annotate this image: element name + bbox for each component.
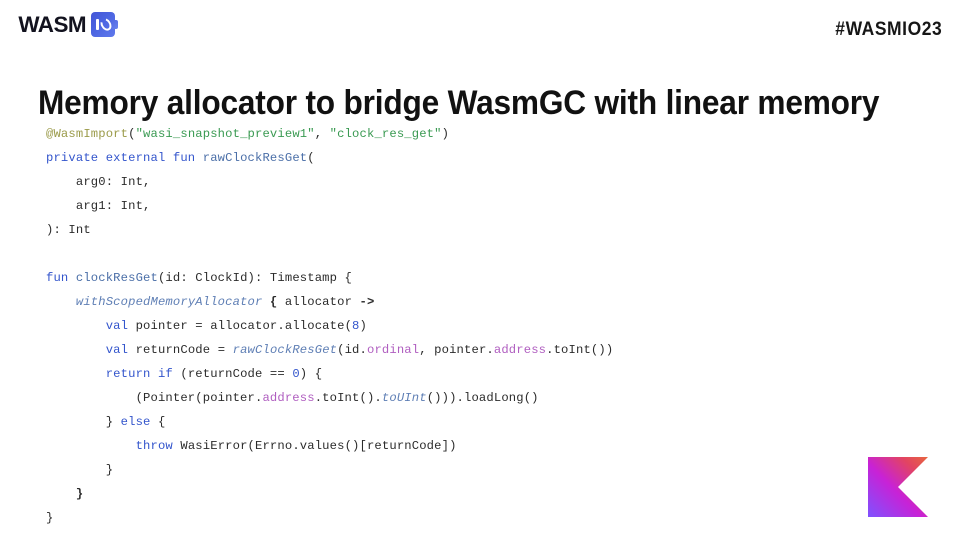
code-token: .toInt()) [546,343,614,357]
code-token: ) { [299,367,323,381]
code-token: } [46,511,54,525]
code-token: arg1: Int, [46,199,151,213]
code-line: return if (returnCode == 0) { [46,362,613,386]
code-snippet: @WasmImport("wasi_snapshot_preview1", "c… [46,122,613,530]
code-token: -> [359,295,375,309]
code-token: withScopedMemoryAllocator [75,295,263,309]
code-token: return if [105,367,173,381]
wasmio-logo-tab [111,20,119,29]
code-token: address [262,391,315,405]
code-line: ): Int [46,218,613,242]
code-token: "wasi_snapshot_preview1" [135,127,315,141]
slide-header: WASM #WASMIO23 [0,0,960,56]
code-token: } [46,463,114,477]
code-token: throw [135,439,173,453]
code-line: } [46,482,613,506]
code-token: allocator [277,295,360,309]
code-token: 8 [352,319,360,333]
code-line: @WasmImport("wasi_snapshot_preview1", "c… [46,122,613,146]
wasmio-brand: WASM [18,11,119,37]
code-token: (Pointer(pointer. [46,391,263,405]
code-token: private external fun [46,151,203,165]
code-line: arg1: Int, [46,194,613,218]
event-hashtag: #WASMIO23 [835,19,942,40]
code-token: (id: ClockId): Timestamp { [157,271,353,285]
code-token: address [493,343,547,357]
code-token: val [105,319,129,333]
code-token: else [120,415,151,429]
kotlin-logo-icon [868,457,928,517]
code-token: , pointer. [419,343,494,357]
code-token: pointer = allocator.allocate( [128,319,353,333]
code-token: "clock_res_get" [329,127,442,141]
code-line: fun clockResGet(id: ClockId): Timestamp … [46,266,613,290]
code-token: WasiError(Errno.values()[returnCode]) [172,439,457,453]
page-title: Memory allocator to bridge WasmGC with l… [38,83,880,122]
code-token: clockResGet [75,271,158,285]
brand-wordmark: WASM [18,11,87,37]
code-token: (id. [337,343,367,357]
slide-root: WASM #WASMIO23 Memory allocator to bridg… [0,0,960,540]
code-line: } else { [46,410,613,434]
code-token: ) [359,319,367,333]
code-line: val returnCode = rawClockResGet(id.ordin… [46,338,613,362]
wasmio-logo-letter-i [96,19,100,30]
code-token: ( [307,151,315,165]
code-token: ordinal [366,343,420,357]
code-token: } [46,415,121,429]
code-line: withScopedMemoryAllocator { allocator -> [46,290,613,314]
code-line: (Pointer(pointer.address.toInt().toUInt(… [46,386,613,410]
code-token: rawClockResGet [232,343,338,357]
code-token: , [314,127,330,141]
code-line: } [46,506,613,530]
code-token: ) [441,127,450,141]
code-token: } [75,487,84,501]
code-line: val pointer = allocator.allocate(8) [46,314,613,338]
code-line: private external fun rawClockResGet( [46,146,613,170]
code-token: (returnCode == [172,367,293,381]
code-token: { [150,415,166,429]
code-token: rawClockResGet [202,151,308,165]
code-token: toUInt [381,391,427,405]
code-token: val [105,343,129,357]
code-token: arg0: Int, [46,175,151,189]
code-token: ( [128,127,136,141]
code-token: ): Int [46,223,91,237]
code-token: ())).loadLong() [426,391,539,405]
code-token: returnCode = [128,343,233,357]
code-line: } [46,458,613,482]
code-line: arg0: Int, [46,170,613,194]
code-token: fun [46,271,76,285]
code-line: throw WasiError(Errno.values()[returnCod… [46,434,613,458]
wasmio-logo-icon [91,12,119,37]
code-token: .toInt(). [314,391,382,405]
code-token: 0 [292,367,300,381]
code-token: @WasmImport [46,127,129,141]
